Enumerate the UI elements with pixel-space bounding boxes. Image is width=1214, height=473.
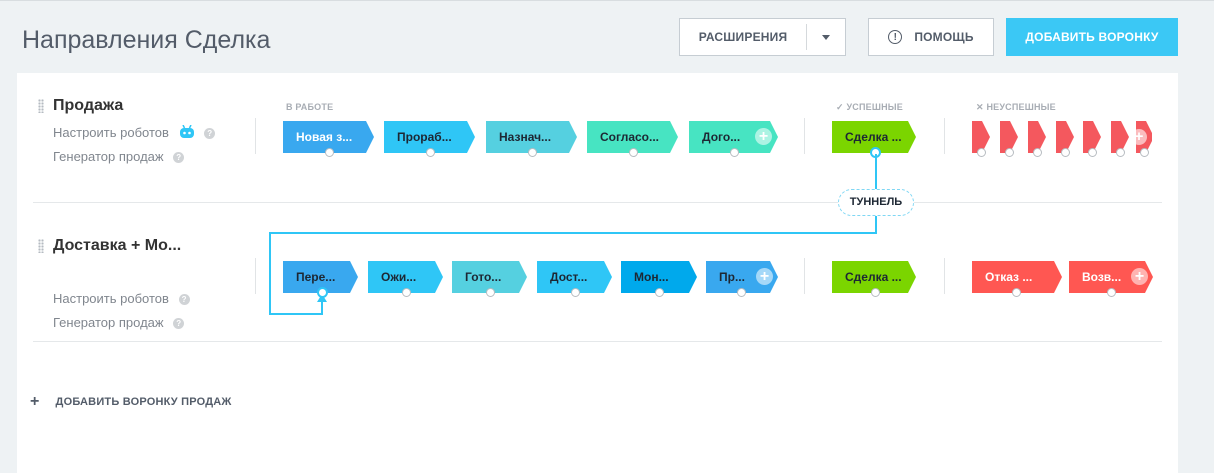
stage-connector-dot[interactable] [737,288,746,297]
add-stage-icon[interactable]: + [1131,268,1148,285]
sales-generator-label: Генератор продаж [53,315,164,330]
stage-connector-dot[interactable] [871,288,880,297]
add-sales-funnel-button[interactable]: + ДОБАВИТЬ ВОРОНКУ ПРОДАЖ [30,393,232,411]
fail-stage[interactable]: Отказ ... [972,261,1062,297]
plus-icon: + [30,393,40,410]
sales-generator-link[interactable]: Генератор продаж ? [53,315,185,330]
drag-handle-icon[interactable] [38,239,44,253]
stage-connector-dot[interactable] [402,288,411,297]
fail-stage[interactable]: Возв... + [1069,261,1153,297]
help-icon[interactable]: ? [173,318,185,330]
stage-connector-dot[interactable] [486,288,495,297]
stage[interactable]: Пр... + [706,261,778,297]
stage[interactable]: Мон... [621,261,697,297]
stage-connector-dot[interactable] [1107,288,1116,297]
add-stage-icon[interactable]: + [756,268,773,285]
stage[interactable]: Дост... [537,261,612,297]
funnel-name[interactable]: Доставка + Мо... [53,237,181,255]
stage[interactable]: Гото... [452,261,527,297]
robots-link-label: Настроить роботов [53,291,169,306]
divider [804,258,805,294]
stage-connector-dot[interactable] [571,288,580,297]
success-stage[interactable]: Сделка ... [832,261,916,297]
help-icon[interactable]: ? [178,294,190,306]
stage-connector-dot[interactable] [655,288,664,297]
divider [33,341,1162,342]
tunnel-badge[interactable]: ТУННЕЛЬ [838,189,914,216]
stage[interactable]: Ожи... [368,261,443,297]
robots-link[interactable]: Настроить роботов ? [53,291,190,306]
add-sales-funnel-label: ДОБАВИТЬ ВОРОНКУ ПРОДАЖ [55,396,232,408]
divider [944,258,945,294]
stage-connector-dot[interactable] [1012,288,1021,297]
divider [255,258,256,294]
tunnel-target-dot[interactable] [317,287,328,298]
